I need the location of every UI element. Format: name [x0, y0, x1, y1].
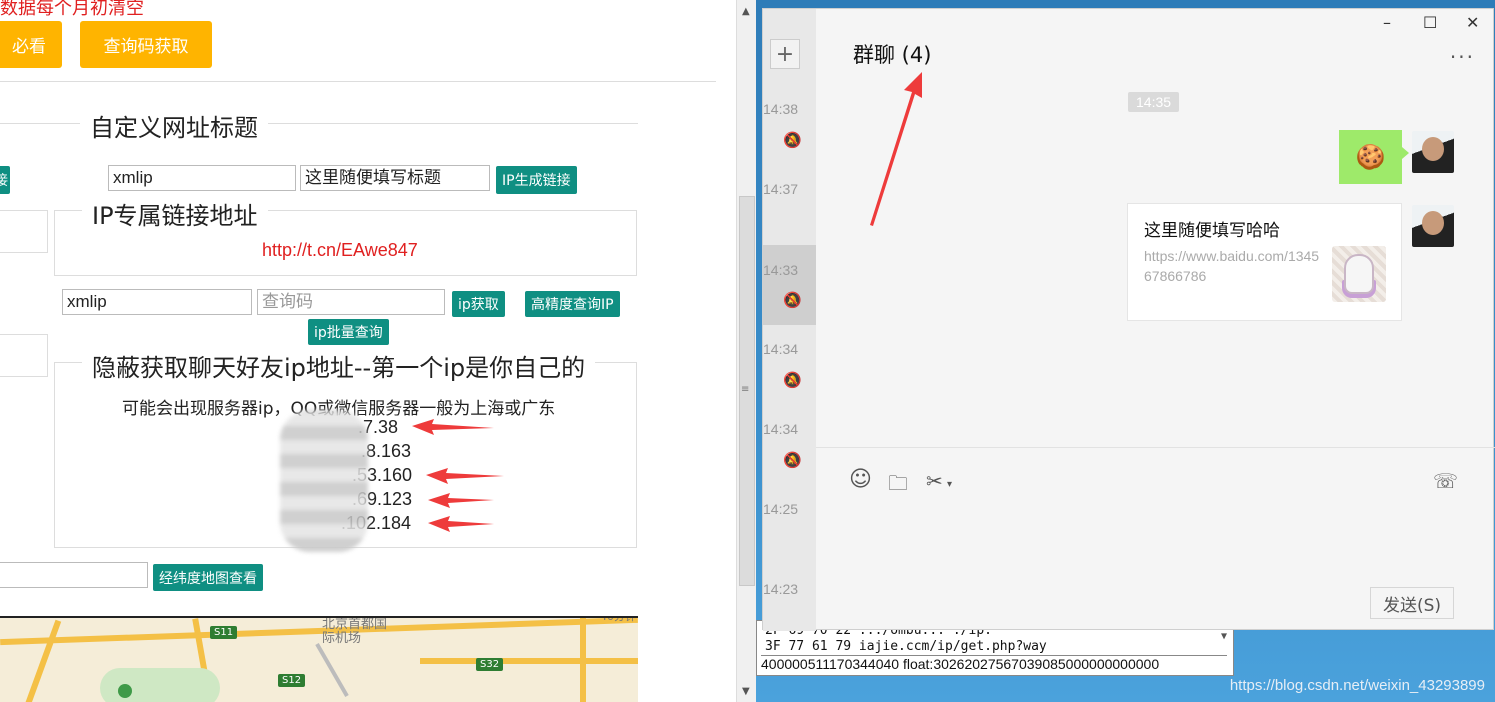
call-icon[interactable]: ☏	[1433, 469, 1458, 493]
compose-divider	[816, 447, 1495, 448]
csdn-watermark: https://blog.csdn.net/weixin_43293899	[1229, 677, 1485, 694]
section-hidden-ip: 隐蔽获取聊天好友ip地址--第一个ip是你自己的	[82, 348, 596, 383]
precise-query-button[interactable]: 高精度查询IP	[525, 291, 620, 317]
session-item-active[interactable]: 14:33 🔕	[763, 245, 816, 325]
mosaic-blur	[280, 410, 368, 552]
monthly-clear-notice: 数据每个月初清空	[0, 0, 144, 19]
session-time: 14:23	[763, 581, 799, 597]
generate-link-button[interactable]: IP生成链接	[496, 166, 577, 194]
park-marker-icon	[118, 684, 132, 698]
session-list: + 14:38 🔕 14:37 14:33 🔕 14:34 🔕 14:34 🔕 …	[763, 9, 816, 631]
left-partial-box	[0, 210, 48, 253]
folder-icon[interactable]: 🗀	[888, 469, 908, 503]
more-icon[interactable]: ···	[1450, 45, 1475, 69]
bubble-tail	[1402, 147, 1409, 159]
map-view-button[interactable]: 经纬度地图查看	[153, 564, 263, 591]
dropdown-caret-icon[interactable]: ▾	[947, 479, 952, 490]
minimize-icon[interactable]: –	[1383, 13, 1391, 32]
session-time: 14:34	[763, 341, 799, 357]
emoji-icon[interactable]: ☺	[849, 467, 872, 492]
airport-label: 北京首都国际机场	[322, 617, 388, 646]
console-line: 3F 77 61 79 iajie.ccm/ip/get.php?way	[765, 639, 1047, 654]
card-title: 这里随便填写哈哈	[1144, 221, 1280, 241]
red-arrows-icon	[412, 419, 504, 532]
name-input-2[interactable]: xmlip	[62, 289, 252, 315]
scissors-icon[interactable]: ✂	[926, 469, 943, 493]
partial-button[interactable]: 接	[0, 166, 10, 194]
session-item[interactable]: 14:25	[763, 493, 816, 573]
link-card-message[interactable]: 这里随便填写哈哈 https://www.baidu.com/134567866…	[1127, 203, 1402, 321]
query-code-button[interactable]: 查询码获取	[80, 21, 212, 68]
road-s12-tag: S12	[278, 674, 306, 687]
maximize-icon[interactable]: ☐	[1423, 13, 1437, 32]
road-s11-tag: S11	[210, 626, 238, 639]
console-scroll-icon[interactable]: ▼	[1221, 631, 1227, 642]
map-corner-label: 40分钟	[600, 616, 636, 623]
coords-input[interactable]	[0, 562, 148, 588]
section-custom-title: 自定义网址标题	[80, 108, 268, 143]
section-ip-link: IP专属链接地址	[82, 196, 268, 231]
web-page: 数据每个月初清空 必看 查询码获取 自定义网址标题 接 xmlip 这里随便填写…	[0, 0, 738, 702]
session-time: 14:25	[763, 501, 799, 517]
avatar[interactable]	[1412, 205, 1454, 247]
title-input[interactable]: 这里随便填写标题	[300, 165, 490, 191]
session-item[interactable]: 14:38 🔕	[763, 93, 816, 173]
add-chat-button[interactable]: +	[770, 39, 800, 69]
query-code-input[interactable]: 查询码	[257, 289, 445, 315]
session-time: 14:34	[763, 421, 799, 437]
session-time: 14:37	[763, 181, 799, 197]
page-scrollbar[interactable]: ▲ ≡ ▼	[736, 0, 756, 702]
road-s32-tag: S32	[476, 658, 504, 671]
divider	[0, 81, 716, 82]
session-item[interactable]: 14:34 🔕	[763, 413, 816, 493]
scroll-up-icon[interactable]: ▲	[742, 6, 750, 17]
close-icon[interactable]: ✕	[1466, 13, 1479, 32]
console-line: 400000511170344040 float:302620275670390…	[761, 655, 1227, 672]
must-read-button[interactable]: 必看	[0, 21, 62, 68]
session-time: 14:38	[763, 101, 799, 117]
name-input[interactable]: xmlip	[108, 165, 296, 191]
mute-bell-icon: 🔕	[783, 371, 802, 389]
card-thumbnail	[1332, 246, 1386, 302]
card-url: https://www.baidu.com/134567866786	[1144, 248, 1320, 284]
ip-row: .8.163	[361, 441, 412, 461]
generated-link[interactable]: http://t.cn/EAwe847	[262, 240, 418, 261]
avatar[interactable]	[1412, 131, 1454, 173]
session-item[interactable]: 14:37	[763, 173, 816, 253]
ip-get-button[interactable]: ip获取	[452, 291, 505, 317]
annotation-arrow-icon	[870, 72, 922, 226]
scroll-down-icon[interactable]: ▼	[742, 686, 750, 697]
map-view[interactable]: S11 S12 S32 北京首都国际机场 40分钟	[0, 616, 638, 702]
session-item[interactable]: 14:34 🔕	[763, 333, 816, 413]
mute-bell-icon: 🔕	[783, 451, 802, 469]
chat-title: 群聊 (4)	[853, 43, 932, 67]
grip-icon: ≡	[741, 384, 750, 395]
emoji-message-bubble[interactable]: 🍪	[1339, 130, 1402, 184]
session-item[interactable]: 14:23	[763, 573, 816, 631]
cookie-emoji-icon: 🍪	[1355, 143, 1386, 171]
mute-bell-icon: 🔕	[783, 291, 802, 309]
send-button[interactable]: 发送(S)	[1370, 587, 1454, 619]
time-divider: 14:35	[1128, 92, 1180, 112]
session-time: 14:33	[763, 262, 799, 278]
left-partial-box-2	[0, 334, 48, 377]
mute-bell-icon: 🔕	[783, 131, 802, 149]
batch-query-button[interactable]: ip批量查询	[308, 319, 389, 345]
